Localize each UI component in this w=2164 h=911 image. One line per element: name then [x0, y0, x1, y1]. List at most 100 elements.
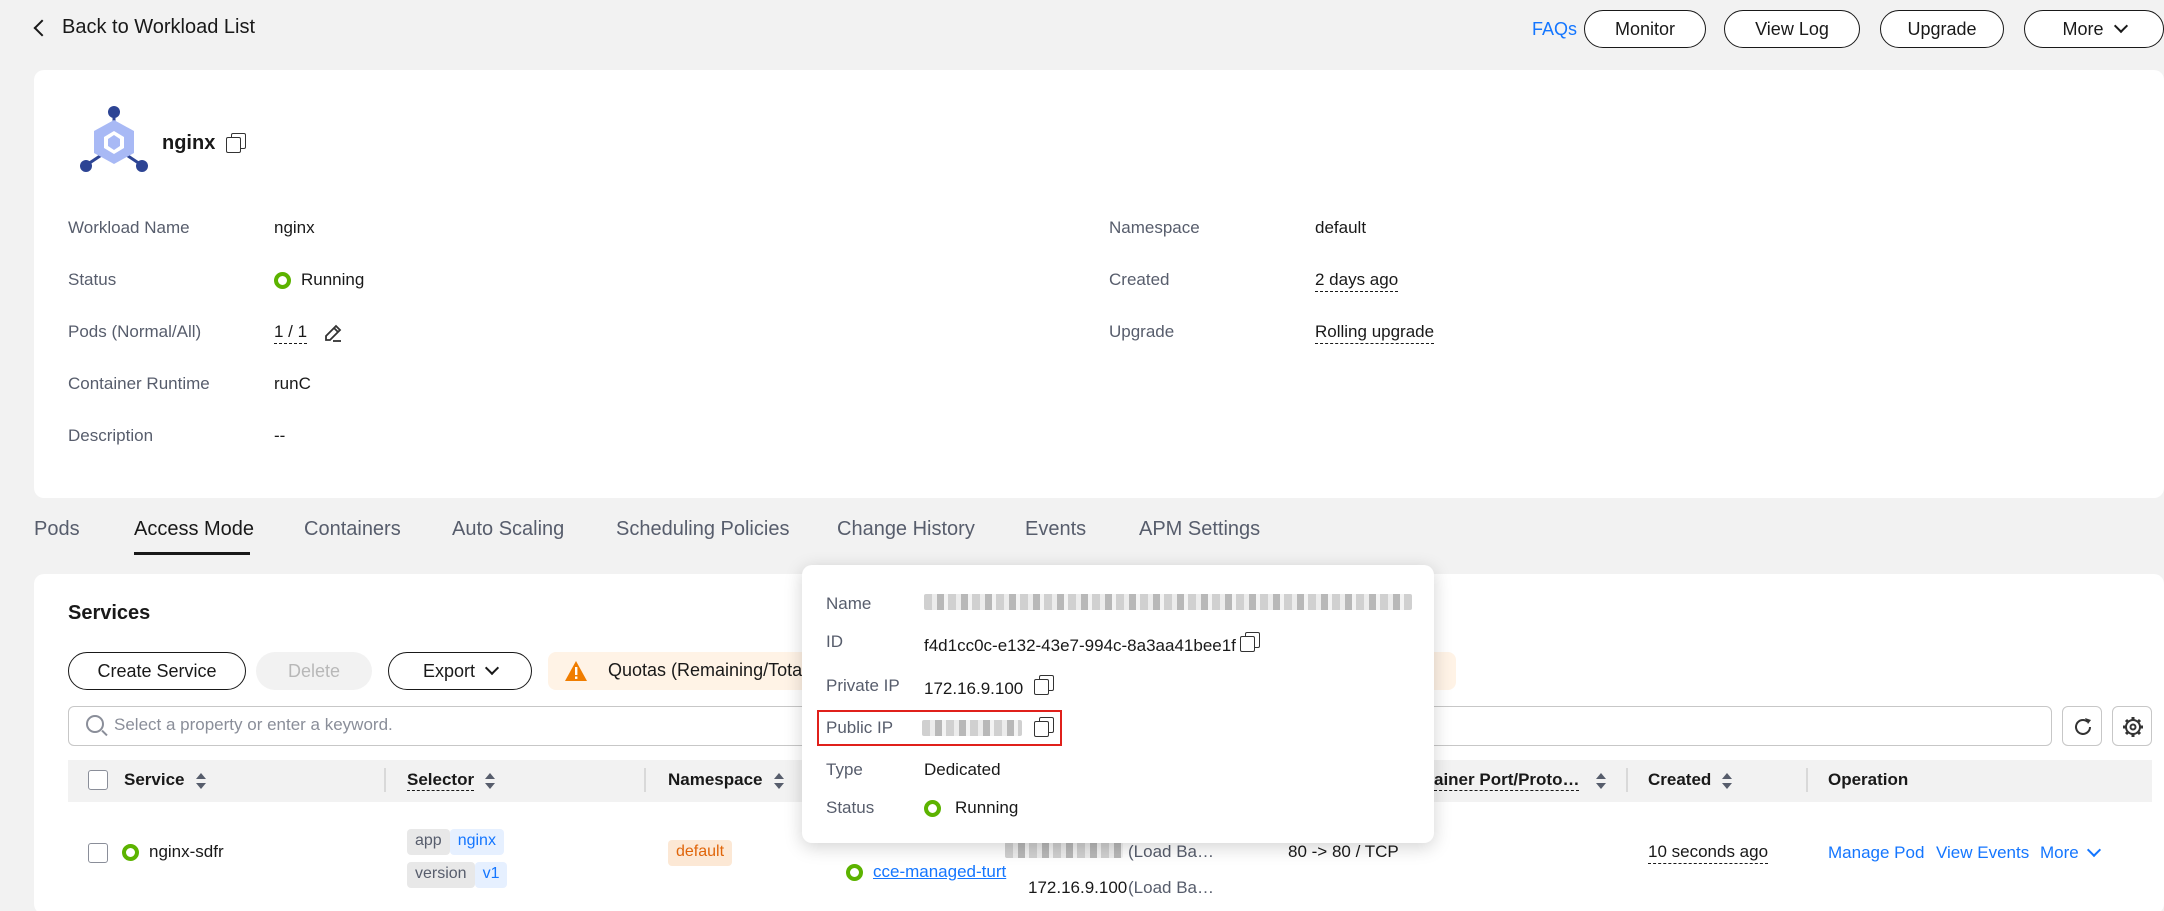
popover-type-label: Type — [826, 760, 863, 779]
tab-containers[interactable]: Containers — [304, 518, 401, 541]
tab-pods[interactable]: Pods — [34, 518, 80, 541]
column-header-namespace[interactable]: Namespace — [668, 770, 785, 790]
refresh-button[interactable] — [2062, 706, 2102, 746]
status-label: Status — [68, 270, 117, 289]
back-label: Back to Workload List — [62, 16, 256, 38]
column-divider — [1806, 768, 1808, 792]
tab-auto-scaling[interactable]: Auto Scaling — [452, 518, 564, 541]
more-dropdown-button[interactable]: More — [2024, 10, 2164, 48]
active-tab-indicator — [134, 552, 250, 555]
running-status-icon — [924, 799, 941, 817]
tag-key: app — [407, 829, 450, 855]
lb-private-ip: 172.16.9.100 — [1028, 878, 1128, 897]
selector-tag: version v1 — [407, 862, 508, 888]
copy-icon[interactable] — [1034, 675, 1054, 695]
edit-pencil-icon[interactable] — [322, 322, 344, 344]
upgrade-value: Rolling upgrade — [1315, 322, 1435, 344]
search-icon — [86, 715, 104, 733]
refresh-icon — [2075, 718, 2091, 735]
view-log-button[interactable]: View Log — [1724, 10, 1860, 48]
created-value: 2 days ago — [1315, 270, 1399, 292]
chevron-down-icon — [2113, 18, 2128, 34]
copy-icon[interactable] — [226, 133, 246, 153]
create-service-button[interactable]: Create Service — [68, 652, 246, 690]
more-label: More — [2040, 843, 2079, 862]
status-value: Running — [274, 270, 364, 290]
search-placeholder: Select a property or enter a keyword. — [114, 715, 393, 734]
monitor-button[interactable]: Monitor — [1584, 10, 1706, 48]
chevron-down-icon — [2086, 842, 2101, 858]
export-dropdown-button[interactable]: Export — [388, 652, 532, 690]
popover-status-text: Running — [955, 798, 1019, 817]
namespace-value: default — [1315, 218, 1367, 237]
column-header-service[interactable]: Service — [124, 770, 207, 790]
lb-type-text: (Load Ba… — [1128, 878, 1214, 897]
created-label: Created — [1109, 270, 1170, 289]
pods-label: Pods (Normal/All) — [68, 322, 202, 341]
running-status-icon — [122, 843, 139, 861]
column-header-selector[interactable]: Selector — [407, 770, 496, 791]
faqs-link[interactable]: FAQs — [1532, 19, 1577, 40]
back-to-workload-list-link[interactable]: Back to Workload List — [32, 16, 255, 39]
redacted-ip — [1005, 842, 1123, 858]
popover-id-label: ID — [826, 632, 843, 651]
running-status-icon — [846, 863, 863, 881]
upgrade-label: Upgrade — [1109, 322, 1175, 341]
row-checkbox[interactable] — [88, 843, 108, 863]
workload-title: nginx — [162, 132, 216, 154]
popover-private-ip-label: Private IP — [826, 676, 900, 695]
sort-icon[interactable] — [195, 772, 207, 789]
table-row-service: nginx-sdfr — [122, 842, 224, 862]
table-settings-button[interactable] — [2112, 706, 2152, 746]
column-label: Created — [1648, 770, 1712, 789]
row-more-dropdown[interactable]: More — [2040, 842, 2101, 863]
warning-icon — [565, 661, 587, 681]
popover-status-value: Running — [924, 798, 1018, 818]
container-runtime-label: Container Runtime — [68, 374, 210, 393]
copy-icon[interactable] — [1240, 632, 1260, 652]
description-label: Description — [68, 426, 154, 445]
view-events-link[interactable]: View Events — [1936, 843, 2029, 863]
chevron-left-icon — [33, 19, 51, 36]
services-title: Services — [68, 602, 151, 624]
sort-icon[interactable] — [484, 772, 496, 789]
column-divider — [384, 768, 386, 792]
workload-logo-icon — [80, 106, 148, 172]
sort-icon[interactable] — [1721, 772, 1733, 789]
selector-tag: app nginx — [407, 829, 504, 855]
column-label: ainer Port/Proto… — [1434, 770, 1580, 791]
namespace-label: Namespace — [1109, 218, 1200, 237]
chevron-down-icon — [484, 660, 500, 676]
tab-scheduling-policies[interactable]: Scheduling Policies — [616, 518, 789, 541]
manage-pod-link[interactable]: Manage Pod — [1828, 843, 1924, 863]
tab-events[interactable]: Events — [1025, 518, 1086, 541]
delete-button[interactable]: Delete — [256, 652, 372, 690]
tab-access-mode[interactable]: Access Mode — [134, 518, 254, 541]
service-name: nginx-sdfr — [149, 842, 224, 861]
select-all-checkbox[interactable] — [88, 770, 108, 790]
sort-icon[interactable] — [1595, 772, 1607, 789]
public-ip-highlight-box — [817, 710, 1062, 746]
column-divider — [644, 768, 646, 792]
port-mapping: 80 -> 80 / TCP — [1288, 842, 1399, 861]
column-divider — [1626, 768, 1628, 792]
popover-private-ip-value: 172.16.9.100 — [924, 679, 1024, 698]
column-header-container-port[interactable]: ainer Port/Proto… — [1434, 770, 1607, 791]
workload-name-value: nginx — [274, 218, 315, 237]
running-status-icon — [274, 271, 291, 289]
column-header-created[interactable]: Created — [1648, 770, 1733, 790]
status-text: Running — [301, 270, 365, 289]
pods-value[interactable]: 1 / 1 — [274, 322, 308, 344]
quota-text: Quotas (Remaining/Total): — [608, 660, 818, 680]
upgrade-button[interactable]: Upgrade — [1880, 10, 2004, 48]
tag-value: nginx — [449, 829, 504, 855]
export-label: Export — [422, 660, 476, 681]
sort-icon[interactable] — [773, 772, 785, 789]
tab-apm-settings[interactable]: APM Settings — [1139, 518, 1260, 541]
gear-icon — [2123, 717, 2143, 737]
load-balancer-link[interactable]: cce-managed-turt — [873, 862, 1006, 882]
tab-change-history[interactable]: Change History — [837, 518, 975, 541]
description-value: -- — [274, 426, 286, 445]
tag-key: version — [407, 862, 475, 888]
column-label: Service — [124, 770, 185, 789]
